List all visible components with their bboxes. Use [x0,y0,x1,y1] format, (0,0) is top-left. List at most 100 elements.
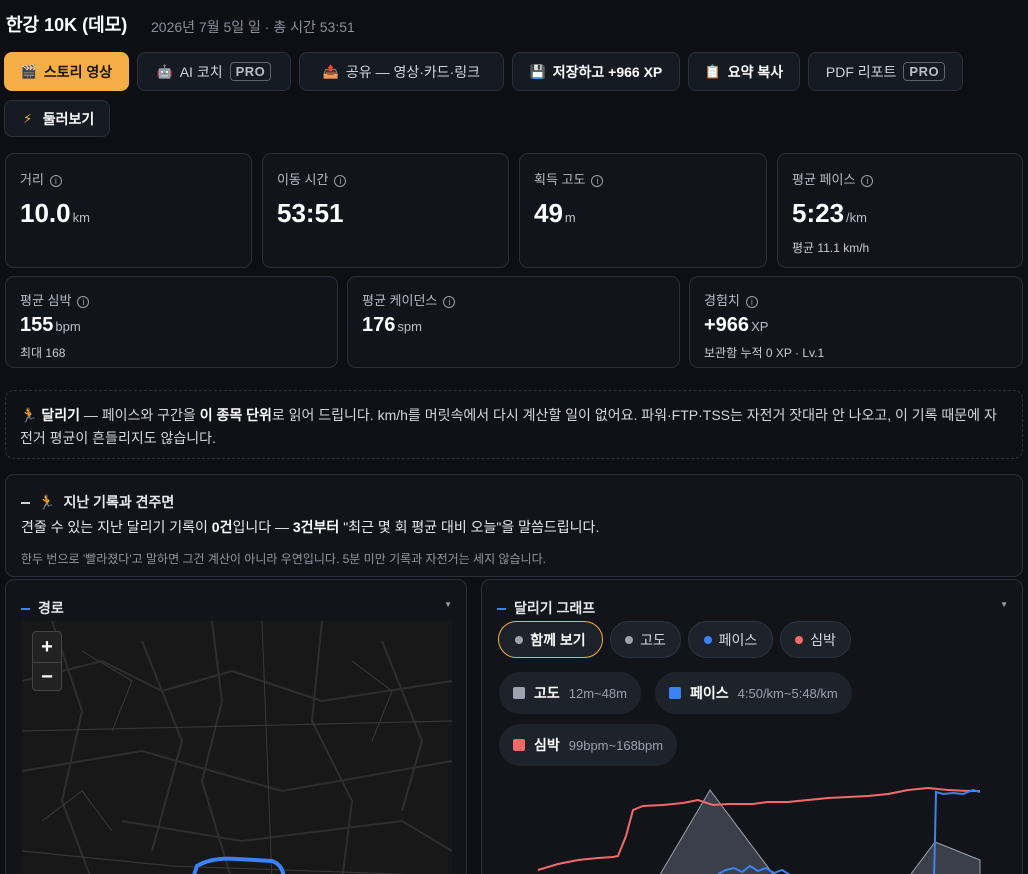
history-count: 0건 [211,519,233,535]
dot-icon [795,635,804,644]
legend-pace: 페이스 4:50/km~5:48/km [655,672,852,714]
route-panel-header[interactable]: 경로 [21,598,64,618]
history-threshold: 3건부터 [292,519,340,535]
legend-elevation: 고도 12m~48m [499,672,641,714]
copy-summary-label: 요약 복사 [727,63,784,80]
story-video-label: 스토리 영상 [43,63,113,80]
stat-unit: spm [397,319,422,334]
notice-text-1: — 페이스와 구간을 [79,407,200,423]
stat-value: 176 [362,314,396,336]
chip-label: 함께 보기 [530,631,586,648]
pro-badge: PRO [903,62,946,81]
stat-card-xp: 경험치 i +966 XP 보관함 누적 0 XP · Lv.1 [689,276,1023,368]
info-icon[interactable]: i [591,175,604,187]
stat-label: 평균 심박 [20,293,72,308]
route-path [192,856,286,874]
route-title: 경로 [38,600,64,616]
collapse-dash-icon [21,608,30,611]
dot-icon [625,635,634,644]
stat-value: 49 [534,198,563,228]
collapse-dash-icon [497,608,506,611]
chip-pace[interactable]: 페이스 [688,621,773,658]
page-title: 한강 10K (데모) [6,15,128,35]
history-comparison-panel: 🏃 지난 기록과 견주면 견줄 수 있는 지난 달리기 기록이 0건입니다 — 3… [5,474,1023,577]
info-icon[interactable]: i [77,296,90,308]
stat-card-pace: 평균 페이스 i 5:23/km 평균 11.1 km/h [777,153,1023,268]
legend-name: 페이스 [690,685,729,701]
running-graph-panel: 달리기 그래프 ▼ 함께 보기 고도 페이스 심박 고도 12m~48m 페이스 4… [481,579,1023,874]
share-button[interactable]: 📤 공유 — 영상·카드·링크 [299,52,504,91]
running-graph-plot[interactable] [498,778,1008,874]
stat-unit: m [564,210,576,225]
history-text-3: "최근 몇 회 평균 대비 오늘"을 말씀드립니다. [339,519,600,535]
chevron-down-icon[interactable]: ▼ [444,600,452,609]
legend-swatch [513,687,525,699]
history-summary: 견줄 수 있는 지난 달리기 기록이 0건입니다 — 3건부터 "최근 몇 회 … [21,517,599,537]
legend-range: 4:50/km~5:48/km [737,685,838,701]
save-label: 저장하고 +966 XP [552,63,663,80]
stat-value: 53:51 [277,198,344,228]
save-button[interactable]: 💾 저장하고 +966 XP [512,52,680,91]
sport-notice: 🏃 달리기 — 페이스와 구간을 이 종목 단위로 읽어 드립니다. km/h를… [5,390,1023,459]
stat-value: 155 [20,314,54,336]
info-icon[interactable]: i [861,175,874,187]
chip-heart-rate[interactable]: 심박 [780,621,851,658]
chip-combined[interactable]: 함께 보기 [498,621,603,658]
stat-card-distance: 거리 i 10.0 km [5,153,252,268]
stat-label: 평균 페이스 [792,172,856,187]
ai-coach-button[interactable]: 🤖 AI 코치 PRO [137,52,291,91]
route-panel: 경로 ▼ + − [5,579,467,874]
legend-name: 심박 [534,737,560,753]
legend-name: 고도 [534,685,560,701]
robot-icon: 🤖 [156,63,173,79]
activity-date-duration: 2026년 7월 5일 일 · 총 시간 53:51 [151,19,355,35]
stat-label: 이동 시간 [277,172,329,187]
history-text-1: 견줄 수 있는 지난 달리기 기록이 [21,519,212,535]
history-text-2: 입니다 — [232,519,293,535]
route-map[interactable]: + − [22,621,452,874]
history-title: 지난 기록과 견주면 [63,494,175,510]
history-panel-header[interactable]: 🏃 지난 기록과 견주면 [21,492,174,512]
story-video-button[interactable]: 🎬 스토리 영상 [4,52,129,91]
legend-range: 12m~48m [568,685,627,701]
copy-summary-button[interactable]: 📋 요약 복사 [688,52,800,91]
pdf-report-label: PDF 리포트 [825,63,897,80]
collapse-dash-icon [21,502,30,505]
stat-card-heart-rate: 평균 심박 i 155 bpm 최대 168 [5,276,338,368]
legend-swatch [669,687,681,699]
stat-unit: km [72,210,90,225]
ai-coach-label: AI 코치 [179,63,223,80]
stat-unit: XP [751,319,769,334]
dot-icon [515,635,524,644]
floppy-disk-icon: 💾 [529,63,546,79]
stat-label: 획득 고도 [534,172,586,187]
graph-title: 달리기 그래프 [514,600,596,616]
stat-label: 거리 [20,172,44,187]
info-icon[interactable]: i [745,296,758,308]
info-icon[interactable]: i [49,175,62,187]
zoom-out-button[interactable]: − [33,662,61,692]
stat-value: 10.0 [20,198,71,228]
chip-elevation[interactable]: 고도 [610,621,681,658]
stat-unit: /km [846,210,867,225]
stat-sub: 보관함 누적 0 XP · Lv.1 [704,346,825,360]
history-note: 한두 번으로 '빨라졌다'고 말하면 그건 계산이 아니라 우연입니다. 5분 … [21,552,546,566]
info-icon[interactable]: i [334,175,347,187]
clapperboard-icon: 🎬 [20,63,37,79]
share-label: 공유 — 영상·카드·링크 [345,63,481,80]
legend-heart-rate: 심박 99bpm~168bpm [499,724,678,766]
runner-icon: 🏃 [20,407,38,423]
zoom-in-button[interactable]: + [33,632,61,662]
chevron-down-icon[interactable]: ▼ [1000,600,1008,609]
info-icon[interactable]: i [443,296,456,308]
sport-name: 달리기 [41,407,80,423]
lightning-icon: ⚡ [23,110,33,126]
browse-button[interactable]: ⚡ 둘러보기 [4,100,110,137]
stat-sub: 평균 11.1 km/h [792,241,870,255]
notice-emphasis: 이 종목 단위 [199,407,272,423]
pdf-report-button[interactable]: PDF 리포트 PRO [808,52,963,91]
graph-panel-header[interactable]: 달리기 그래프 [497,598,595,618]
elevation-area [910,841,981,874]
stat-card-cadence: 평균 케이던스 i 176 spm [347,276,680,368]
stat-card-moving-time: 이동 시간 i 53:51 [262,153,509,268]
